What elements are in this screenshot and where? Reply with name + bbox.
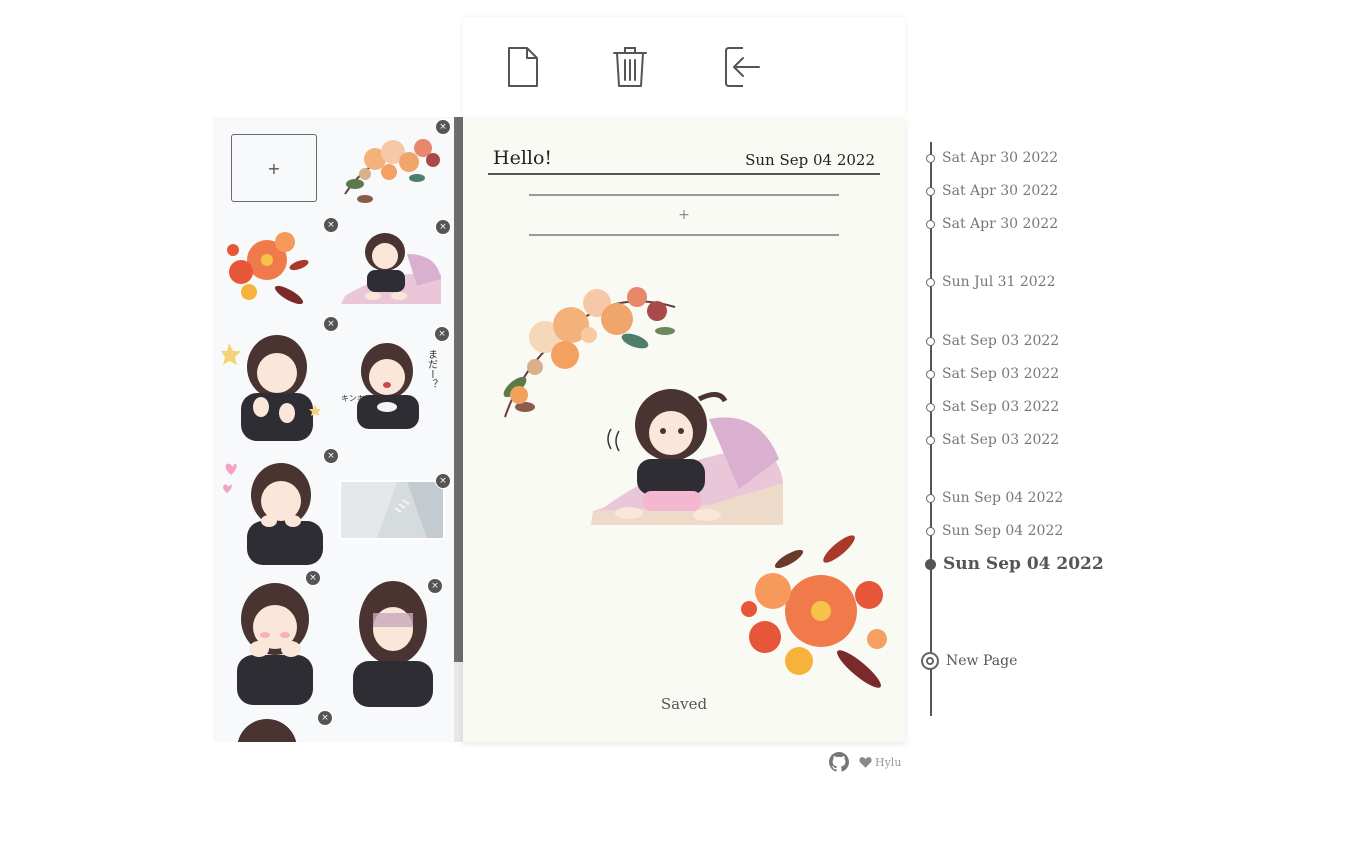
new-page-label: New Page <box>946 653 1018 669</box>
sticker-girl-blanket[interactable]: × <box>337 220 450 308</box>
timeline-dot-icon <box>926 493 935 503</box>
girl-blanket-art <box>341 233 441 304</box>
sticker-girl-smiling[interactable]: × <box>219 449 338 567</box>
sticker-girl-thumbs-up[interactable]: × <box>219 317 338 443</box>
timeline-entry-label: Sat Apr 30 2022 <box>942 183 1059 199</box>
street-photo-art <box>339 480 445 540</box>
autumn-roses-art <box>344 139 440 203</box>
placed-red-flowers-art <box>741 535 887 688</box>
timeline-dot-icon <box>926 526 935 536</box>
placed-girl-blanket-art <box>591 389 783 525</box>
girl-shadowed-art <box>353 581 433 707</box>
timeline-entry-label: Sat Sep 03 2022 <box>942 399 1060 415</box>
github-icon[interactable] <box>829 752 849 772</box>
timeline-entry[interactable]: Sun Jul 31 2022 <box>926 272 1056 292</box>
timeline-dot-icon <box>926 402 935 412</box>
journal-page: Hello! Sun Sep 04 2022 + Saved <box>463 117 905 742</box>
sticker-autumn-roses[interactable]: × <box>335 120 450 212</box>
remove-sticker-button[interactable]: × <box>428 579 442 593</box>
sticker-girl-shadowed[interactable]: × <box>345 575 442 709</box>
timeline-entry-label: Sun Sep 04 2022 <box>942 523 1064 539</box>
timeline-entry[interactable]: Sat Sep 03 2022 <box>926 397 1059 417</box>
timeline-new-page[interactable]: New Page <box>921 651 1018 671</box>
timeline-entry-label: Sun Sep 04 2022 <box>943 554 1104 574</box>
add-block-button[interactable]: + <box>529 194 839 236</box>
timeline-dot-icon <box>926 153 935 163</box>
sticker-text-mada: まだー？ <box>426 349 438 389</box>
author-link[interactable]: Hylu <box>875 756 901 769</box>
sticker-street-photo[interactable]: × <box>337 474 450 542</box>
remove-sticker-button[interactable]: × <box>324 449 338 463</box>
timeline-entry-label: Sat Sep 03 2022 <box>942 432 1060 448</box>
timeline-dot-icon <box>926 435 935 445</box>
timeline-entry[interactable]: Sat Sep 03 2022 <box>926 430 1059 450</box>
timeline-entry-label: Sat Apr 30 2022 <box>942 150 1059 166</box>
heart-icon <box>859 757 872 768</box>
sidebar-scrollbar-thumb[interactable] <box>454 117 463 662</box>
sticker-girl-blushing[interactable]: × <box>231 571 320 709</box>
timeline-entry[interactable]: Sat Sep 03 2022 <box>926 364 1059 384</box>
remove-sticker-button[interactable]: × <box>306 571 320 585</box>
remove-sticker-button[interactable]: × <box>436 220 450 234</box>
footer: Hylu <box>829 752 901 772</box>
girl-smiling-art <box>223 463 323 565</box>
new-page-circle-icon <box>921 652 939 670</box>
timeline-dot-icon <box>926 277 935 287</box>
timeline-dot-icon <box>926 186 935 196</box>
sticker-red-flowers[interactable]: × <box>219 218 338 312</box>
toolbar <box>463 17 905 117</box>
girl-thumbs-up-art <box>221 335 321 441</box>
timeline-entry[interactable]: Sat Apr 30 2022 <box>926 214 1058 234</box>
girl-blushing-art <box>237 583 313 705</box>
remove-sticker-button[interactable]: × <box>436 474 450 488</box>
sticker-girl-eating[interactable]: まだー？ キンキン × <box>337 327 449 433</box>
timeline-dot-icon <box>926 219 935 229</box>
timeline-dot-icon <box>926 369 935 379</box>
placed-sticker-red-flowers[interactable] <box>729 529 899 695</box>
timeline-entry[interactable]: Sun Sep 04 2022 <box>926 488 1063 508</box>
red-flowers-art <box>227 232 309 305</box>
remove-sticker-button[interactable]: × <box>318 711 332 725</box>
timeline-entry[interactable]: Sun Sep 04 2022 <box>926 521 1063 541</box>
trash-icon <box>613 47 647 87</box>
sign-in-icon <box>725 47 760 87</box>
timeline-entry-label: Sun Jul 31 2022 <box>942 274 1056 290</box>
new-page-button[interactable] <box>501 45 545 89</box>
page-date: Sun Sep 04 2022 <box>745 151 875 169</box>
delete-page-button[interactable] <box>608 45 652 89</box>
remove-sticker-button[interactable]: × <box>324 317 338 331</box>
page-title-input[interactable]: Hello! <box>493 147 693 169</box>
sticker-text-kin: キンキン <box>341 394 373 403</box>
timeline-entry-label: Sun Sep 04 2022 <box>942 490 1064 506</box>
title-row: Hello! Sun Sep 04 2022 <box>488 147 880 175</box>
sticker-sidebar: + × × × × まだー？ キンキン × × × × × × <box>213 117 463 742</box>
sign-in-button[interactable] <box>719 45 763 89</box>
timeline-entry[interactable]: Sat Apr 30 2022 <box>926 181 1058 201</box>
girl-eating-art: まだー？ キンキン <box>341 343 438 429</box>
timeline-dot-active-icon <box>925 558 936 570</box>
girl-partial-art <box>237 719 297 742</box>
timeline-entry[interactable]: Sat Apr 30 2022 <box>926 148 1058 168</box>
timeline-dot-icon <box>926 336 935 346</box>
remove-sticker-button[interactable]: × <box>436 120 450 134</box>
timeline-entry-active[interactable]: Sun Sep 04 2022 <box>925 554 1104 574</box>
remove-sticker-button[interactable]: × <box>435 327 449 341</box>
remove-sticker-button[interactable]: × <box>324 218 338 232</box>
save-status: Saved <box>660 695 708 713</box>
placed-sticker-girl-blanket[interactable] <box>589 379 787 527</box>
timeline-entry-label: Sat Sep 03 2022 <box>942 366 1060 382</box>
timeline-entry-label: Sat Sep 03 2022 <box>942 333 1060 349</box>
timeline-entry-label: Sat Apr 30 2022 <box>942 216 1059 232</box>
timeline-entry[interactable]: Sat Sep 03 2022 <box>926 331 1059 351</box>
add-sticker-button[interactable]: + <box>231 134 317 202</box>
sticker-girl-partial[interactable]: × <box>227 711 332 742</box>
file-icon <box>508 47 538 87</box>
